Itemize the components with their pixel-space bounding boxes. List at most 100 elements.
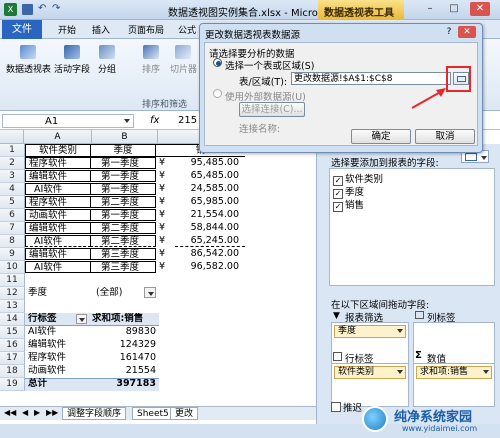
- row-header[interactable]: 15: [0, 326, 25, 339]
- table-cell[interactable]: 编辑软件: [25, 248, 91, 260]
- close-button[interactable]: ✕: [470, 2, 490, 16]
- values-pill[interactable]: 求和项:销售: [416, 366, 492, 379]
- pivot-row-label[interactable]: AI软件: [28, 326, 88, 338]
- table-cell[interactable]: 程序软件: [25, 157, 91, 169]
- column-header-a[interactable]: A: [24, 130, 92, 144]
- field-item-sales[interactable]: ✓ 销售: [333, 197, 364, 212]
- select-all-corner[interactable]: [0, 130, 24, 144]
- field-item-quarter[interactable]: ✓ 季度: [333, 184, 364, 199]
- pivot-row-value[interactable]: 124329: [92, 339, 156, 351]
- table-cell[interactable]: AI软件: [25, 261, 91, 273]
- table-cell[interactable]: 第二季度: [90, 196, 156, 208]
- select-range-label[interactable]: 选择一个表或区域(S): [225, 58, 314, 72]
- table-header-cell[interactable]: 季度: [90, 144, 156, 157]
- checkbox-checked-icon[interactable]: ✓: [333, 202, 343, 212]
- row-header[interactable]: 18: [0, 365, 25, 378]
- table-cell[interactable]: 第三季度: [90, 248, 156, 260]
- row-header[interactable]: 12: [0, 287, 25, 300]
- slicer-button[interactable]: 切片器: [170, 45, 197, 75]
- chevron-down-icon[interactable]: [397, 329, 403, 333]
- row-header[interactable]: 11: [0, 274, 25, 287]
- select-range-radio[interactable]: [213, 58, 222, 67]
- table-cell[interactable]: 86,542.00: [175, 248, 245, 260]
- column-labels-zone[interactable]: [413, 322, 495, 368]
- scroll-prev-icon[interactable]: ◀: [22, 408, 28, 417]
- sort-button[interactable]: 排序: [140, 45, 162, 75]
- name-box[interactable]: A1: [2, 114, 134, 128]
- group-button[interactable]: 分组: [96, 45, 118, 75]
- row-header[interactable]: 10: [0, 261, 25, 274]
- table-cell[interactable]: 程序软件: [25, 196, 91, 208]
- row-header[interactable]: 14: [0, 313, 25, 326]
- row-header[interactable]: 7: [0, 222, 25, 235]
- pivot-row-labels-dropdown[interactable]: [76, 314, 87, 324]
- pivot-filter-value[interactable]: (全部): [92, 287, 152, 299]
- table-cell[interactable]: 21,554.00: [175, 209, 245, 221]
- row-header[interactable]: 5: [0, 196, 25, 209]
- tab-file[interactable]: 文件: [2, 20, 42, 39]
- row-header[interactable]: 6: [0, 209, 25, 222]
- table-cell[interactable]: 编辑软件: [25, 170, 91, 182]
- row-header[interactable]: 3: [0, 170, 25, 183]
- defer-update-option[interactable]: 推迟: [331, 400, 362, 414]
- values-zone[interactable]: 求和项:销售: [413, 363, 495, 407]
- dialog-close-button[interactable]: ✕: [458, 26, 476, 38]
- pivottable-button[interactable]: 数据透视表: [6, 45, 51, 75]
- column-header-b[interactable]: B: [92, 130, 158, 144]
- table-cell[interactable]: AI软件: [25, 235, 91, 247]
- pivot-row-value[interactable]: 161470: [92, 352, 156, 364]
- pivot-row-label[interactable]: 动画软件: [28, 365, 88, 377]
- tab-formulas[interactable]: 公式: [178, 23, 196, 36]
- dialog-help-button[interactable]: ?: [442, 26, 456, 38]
- ok-button[interactable]: 确定: [351, 129, 411, 144]
- external-source-radio[interactable]: [213, 89, 222, 98]
- checkbox-icon[interactable]: [331, 402, 341, 412]
- scroll-next-icon[interactable]: ▶: [34, 408, 40, 417]
- report-filter-pill[interactable]: 季度: [334, 325, 406, 338]
- table-cell[interactable]: 第二季度: [90, 235, 156, 247]
- sheet-tab[interactable]: 更改: [170, 407, 199, 420]
- name-box-dropdown-icon[interactable]: [124, 119, 130, 123]
- active-field-button[interactable]: 活动字段: [54, 45, 90, 75]
- table-cell[interactable]: 65,985.00: [175, 196, 245, 208]
- external-source-label[interactable]: 使用外部数据源(U): [225, 89, 306, 103]
- tab-page-layout[interactable]: 页面布局: [128, 23, 164, 36]
- row-header[interactable]: 19: [0, 378, 25, 391]
- field-item-software-category[interactable]: ✓ 软件类别: [333, 171, 383, 186]
- table-cell[interactable]: 动画软件: [25, 209, 91, 221]
- fx-icon[interactable]: fx: [150, 115, 159, 126]
- sheet-tab[interactable]: Sheet5: [132, 407, 174, 420]
- pivot-row-labels-header[interactable]: 行标签: [28, 313, 82, 325]
- table-cell[interactable]: AI软件: [25, 183, 91, 195]
- row-header[interactable]: 4: [0, 183, 25, 196]
- table-cell[interactable]: 第一季度: [90, 209, 156, 221]
- pivot-row-label[interactable]: 程序软件: [28, 352, 88, 364]
- table-cell[interactable]: 24,585.00: [175, 183, 245, 195]
- cancel-button[interactable]: 取消: [415, 129, 475, 144]
- row-header[interactable]: 17: [0, 352, 25, 365]
- chevron-down-icon[interactable]: [397, 370, 403, 374]
- table-cell[interactable]: 第一季度: [90, 183, 156, 195]
- table-header-cell[interactable]: 软件类别: [25, 144, 91, 157]
- pivot-filter-label[interactable]: 季度: [28, 287, 88, 299]
- table-cell[interactable]: 编辑软件: [25, 222, 91, 234]
- row-header[interactable]: 9: [0, 248, 25, 261]
- pivot-values-header[interactable]: 求和项:销售: [92, 313, 158, 325]
- scroll-first-icon[interactable]: ◀◀: [4, 408, 16, 417]
- table-cell[interactable]: 第一季度: [90, 170, 156, 182]
- table-cell[interactable]: 96,582.00: [175, 261, 245, 273]
- table-cell[interactable]: 95,485.00: [175, 157, 245, 169]
- pivot-total-label[interactable]: 总计: [28, 378, 88, 390]
- row-labels-pill[interactable]: 软件类别: [334, 366, 406, 379]
- formula-input[interactable]: 215: [178, 115, 197, 126]
- table-cell[interactable]: 58,844.00: [175, 222, 245, 234]
- row-header[interactable]: 2: [0, 157, 25, 170]
- table-cell[interactable]: 第三季度: [90, 261, 156, 273]
- pivot-row-value[interactable]: 21554: [92, 365, 156, 377]
- maximize-button[interactable]: □: [444, 2, 464, 16]
- pivot-row-label[interactable]: 编辑软件: [28, 339, 88, 351]
- sheet-tab[interactable]: 调整字段顺序: [62, 407, 127, 420]
- row-header[interactable]: 16: [0, 339, 25, 352]
- undo-icon[interactable]: ↶: [38, 3, 46, 14]
- row-header[interactable]: 1: [0, 144, 25, 157]
